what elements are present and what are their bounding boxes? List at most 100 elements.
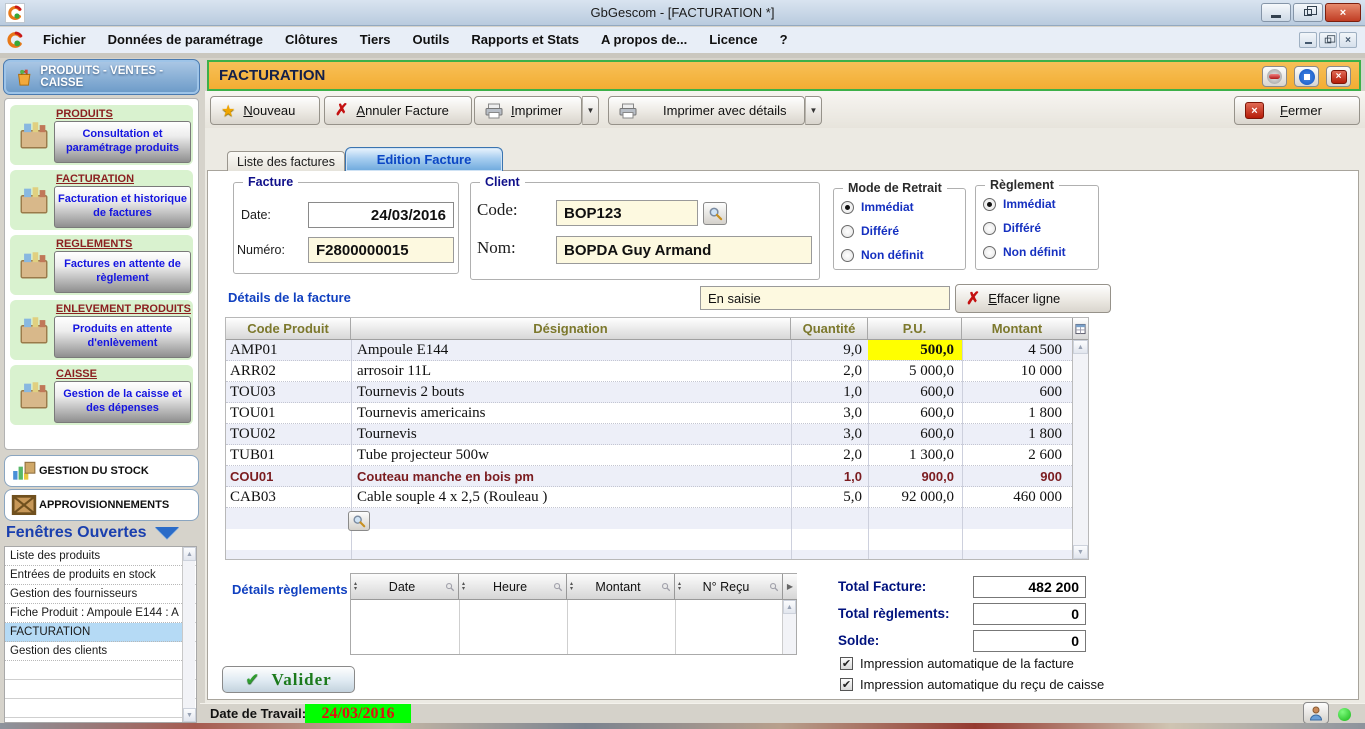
invoice-row[interactable]: ARR02 arrosoir 11L 2,0 5 000,0 10 000 [226,361,1072,382]
client-search-button[interactable] [703,202,727,225]
numero-input[interactable]: F2800000015 [308,237,454,263]
sort-icon[interactable]: ▴▾ [678,582,681,592]
invoice-row[interactable]: AMP01 Ampoule E144 9,0 500,0 4 500 [226,340,1072,361]
payments-column-header[interactable]: ▴▾ Date [351,574,459,600]
scroll-down-icon[interactable]: ▼ [183,708,196,722]
module-title[interactable]: PRODUITS [56,108,191,120]
print-dropdown-button[interactable]: ▼ [582,96,599,125]
header-minimize-icon[interactable] [1262,66,1287,87]
reglement-option[interactable]: Immédiat [983,197,1095,211]
total-reglements-value[interactable]: 0 [973,603,1086,625]
menu-item[interactable]: Données de paramétrage [97,28,274,51]
open-windows-scrollbar[interactable]: ▲ ▼ [182,547,195,722]
invoice-row[interactable]: TUB01 Tube projecteur 500w 2,0 1 300,0 2… [226,445,1072,466]
close-button[interactable]: × [1325,3,1361,22]
payments-column-header[interactable]: ▴▾ N° Reçu [675,574,783,600]
module-button[interactable]: Gestion de la caisse et des dépenses [54,381,191,423]
payments-column-header[interactable]: ▴▾ Montant [567,574,675,600]
reglement-option[interactable]: Différé [983,221,1095,235]
module-title[interactable]: REGLEMENTS [56,238,191,250]
sort-icon[interactable]: ▴▾ [354,582,357,592]
invoice-row[interactable]: TOU02 Tournevis 3,0 600,0 1 800 [226,424,1072,445]
module-title[interactable]: ENLEVEMENT PRODUITS [56,303,191,315]
col-quantite[interactable]: Quantité [791,318,868,339]
print-with-details-button[interactable]: Imprimer avec détails [608,96,805,125]
print-details-dropdown-button[interactable]: ▼ [805,96,822,125]
table-options-icon[interactable] [1072,318,1088,340]
sort-icon[interactable]: ▴▾ [570,582,573,592]
client-nom-input[interactable]: BOPDA Guy Armand [556,236,812,264]
scroll-down-icon[interactable]: ▼ [1073,545,1088,559]
mdi-close-button[interactable]: × [1339,32,1357,48]
sort-icon[interactable]: ▴▾ [462,582,465,592]
auto-print-invoice-option[interactable]: ✔ Impression automatique de la facture [840,656,1074,671]
invoice-row[interactable]: TOU01 Tournevis americains 3,0 600,0 1 8… [226,403,1072,424]
total-facture-value[interactable]: 482 200 [973,576,1086,598]
minimize-button[interactable] [1261,3,1291,22]
client-code-input[interactable]: BOP123 [556,200,698,226]
module-button[interactable]: Produits en attente d'enlèvement [54,316,191,358]
menu-item[interactable]: Tiers [349,28,402,51]
title-bar[interactable]: GbGescom - [FACTURATION *] × [0,0,1365,26]
scroll-up-icon[interactable]: ▲ [783,600,796,614]
invoice-row[interactable]: TOU03 Tournevis 2 bouts 1,0 600,0 600 [226,382,1072,403]
sidebar-header-produits-ventes-caisse[interactable]: PRODUITS - VENTES - CAISSE [4,60,199,94]
validate-button[interactable]: ✔ Valider [222,666,355,693]
date-input[interactable]: 24/03/2016 [308,202,454,228]
column-overflow-icon[interactable]: ▶ [783,574,797,600]
col-montant[interactable]: Montant [962,318,1072,339]
open-window-item[interactable]: Gestion des fournisseurs [5,585,184,604]
menu-item[interactable]: Clôtures [274,28,349,51]
payments-scrollbar[interactable]: ▲ [782,600,796,654]
open-window-item[interactable]: Liste des produits [5,547,184,566]
mdi-minimize-button[interactable] [1299,32,1317,48]
invoice-row[interactable]: COU01 Couteau manche en bois pm 1,0 900,… [226,466,1072,487]
menu-item[interactable]: ? [769,28,799,51]
tab-edition-facture[interactable]: Edition Facture [345,147,503,171]
module-button[interactable]: Consultation et paramétrage produits [54,121,191,163]
checkbox-checked-icon[interactable]: ✔ [840,678,853,691]
scroll-up-icon[interactable]: ▲ [183,547,196,561]
module-title[interactable]: FACTURATION [56,173,191,185]
restore-button[interactable] [1293,3,1323,22]
header-close-icon[interactable]: × [1326,66,1351,87]
row-search-button[interactable] [348,511,370,531]
close-form-button[interactable]: × Fermer [1234,96,1360,125]
print-button[interactable]: Imprimer [474,96,582,125]
checkbox-checked-icon[interactable]: ✔ [840,657,853,670]
menu-item[interactable]: A propos de... [590,28,698,51]
mode-retrait-option[interactable]: Différé [841,224,961,238]
payments-column-header[interactable]: ▴▾ Heure [459,574,567,600]
sidebar-button-gestion-du-stock[interactable]: GESTION DU STOCK [4,455,199,487]
mode-retrait-option[interactable]: Non définit [841,248,961,262]
module-button[interactable]: Facturation et historique de factures [54,186,191,228]
tab-liste-des-factures[interactable]: Liste des factures [227,151,345,171]
col-designation[interactable]: Désignation [351,318,791,339]
scroll-up-icon[interactable]: ▲ [1073,340,1088,354]
menu-item[interactable]: Outils [402,28,461,51]
menu-item[interactable]: Rapports et Stats [460,28,590,51]
auto-print-receipt-option[interactable]: ✔ Impression automatique du reçu de cais… [840,677,1104,692]
invoice-status-field[interactable]: En saisie [700,286,950,310]
menu-item[interactable]: Licence [698,28,768,51]
module-title[interactable]: CAISSE [56,368,191,380]
col-code-produit[interactable]: Code Produit [226,318,351,339]
module-button[interactable]: Factures en attente de règlement [54,251,191,293]
clear-line-button[interactable]: ✗ Effacer ligne [955,284,1111,313]
mdi-restore-button[interactable] [1319,32,1337,48]
open-window-item[interactable]: Entrées de produits en stock [5,566,184,585]
menu-item[interactable]: Fichier [32,28,97,51]
open-window-item[interactable]: FACTURATION [5,623,184,642]
mode-retrait-option[interactable]: Immédiat [841,200,961,214]
user-button[interactable] [1303,702,1329,724]
invoice-table-scrollbar[interactable]: ▲ ▼ [1072,340,1088,559]
open-window-item[interactable]: Gestion des clients [5,642,184,661]
header-stop-icon[interactable] [1294,66,1319,87]
chevron-down-icon[interactable] [155,527,179,539]
open-window-item[interactable]: Fiche Produit : Ampoule E144 : A [5,604,184,623]
col-pu[interactable]: P.U. [868,318,962,339]
invoice-row[interactable]: CAB03 Cable souple 4 x 2,5 (Rouleau ) 5,… [226,487,1072,508]
solde-value[interactable]: 0 [973,630,1086,652]
reglement-option[interactable]: Non définit [983,245,1095,259]
cancel-invoice-button[interactable]: ✗ Annuler Facture [324,96,472,125]
